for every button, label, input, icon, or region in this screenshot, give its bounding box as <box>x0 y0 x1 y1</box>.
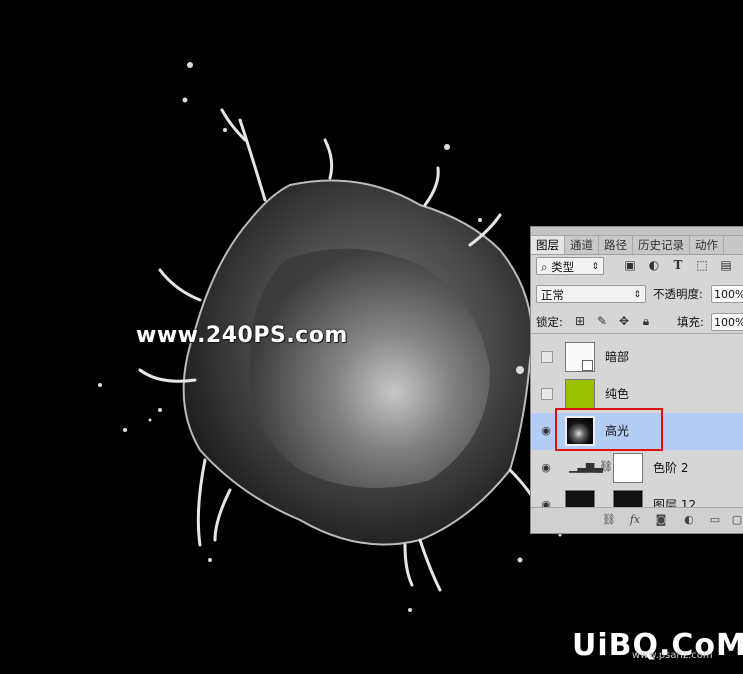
adjustment-filter-icon[interactable]: ◐ <box>647 258 661 272</box>
logo-subtext: www.psahz.com <box>632 650 713 661</box>
selection-highlight-box <box>555 408 663 451</box>
link-icon[interactable]: ⛓︎ <box>599 460 613 473</box>
eye-icon[interactable]: ◉ <box>539 462 553 474</box>
tab-paths[interactable]: 路径 <box>599 236 633 254</box>
shape-filter-icon[interactable]: ⬚ <box>695 258 709 272</box>
visibility-toggle[interactable] <box>541 351 553 363</box>
filter-type-select[interactable]: ⌕ 类型 ⇕ <box>536 257 604 275</box>
layer-row[interactable]: ◉ ▁▃▆▃ ⛓︎ 色阶 2 <box>531 450 743 488</box>
blend-mode-value: 正常 <box>541 288 564 302</box>
tab-actions[interactable]: 动作 <box>690 236 724 254</box>
layer-name: 暗部 <box>605 350 630 364</box>
layer-thumbnail <box>565 379 595 409</box>
adjustment-layer-icon[interactable]: ◐ <box>681 513 697 527</box>
lock-label: 锁定: <box>536 315 563 329</box>
lock-paint-icon[interactable]: ✎ <box>595 314 609 328</box>
smart-object-filter-icon[interactable]: ▤ <box>719 258 733 272</box>
levels-adjustment-icon: ▁▃▆▃ <box>569 460 603 473</box>
visibility-toggle[interactable] <box>541 388 553 400</box>
smart-object-badge-icon <box>582 360 593 371</box>
watermark-text: www.240PS.com <box>136 323 348 348</box>
link-layers-icon[interactable]: ⛓︎ <box>601 513 617 527</box>
lock-move-icon[interactable]: ✥ <box>617 314 631 328</box>
add-mask-icon[interactable]: ◙ <box>653 513 669 527</box>
fx-icon[interactable]: fx <box>627 513 643 527</box>
fill-field[interactable]: 100% <box>711 313 743 331</box>
layer-mask-thumbnail <box>613 453 643 483</box>
new-group-icon[interactable]: ▭ <box>707 513 723 527</box>
opacity-field[interactable]: 100% <box>711 285 743 303</box>
layer-thumbnail <box>565 342 595 372</box>
panel-title-bar[interactable] <box>531 227 743 236</box>
filter-type-label: 类型 <box>551 260 575 274</box>
type-filter-icon[interactable]: T <box>671 258 685 272</box>
layer-name: 纯色 <box>605 387 630 401</box>
new-layer-icon[interactable]: ▢ <box>729 513 743 527</box>
lock-all-icon[interactable]: 🔒︎ <box>639 314 653 328</box>
tab-history[interactable]: 历史记录 <box>633 236 690 254</box>
layer-row[interactable]: 暗部 <box>531 339 743 377</box>
filter-row: ⌕ 类型 ⇕ ▣ ◐ T ⬚ ▤ <box>531 255 743 277</box>
search-icon: ⌕ <box>541 260 552 274</box>
opacity-label: 不透明度: <box>653 287 703 301</box>
fill-label: 填充: <box>677 315 704 329</box>
layers-panel: 图层 通道 路径 历史记录 动作 ⌕ 类型 ⇕ ▣ ◐ T ⬚ ▤ 正常 ⇕ 不… <box>530 226 743 534</box>
chevron-updown-icon: ⇕ <box>633 290 641 300</box>
eye-icon[interactable]: ◉ <box>539 425 553 437</box>
panel-tabs: 图层 通道 路径 历史记录 动作 <box>531 236 743 255</box>
lock-row: 锁定: ⊞ ✎ ✥ 🔒︎ 填充: 100% <box>531 311 743 334</box>
blend-row: 正常 ⇕ 不透明度: 100% <box>531 283 743 305</box>
blend-mode-select[interactable]: 正常 ⇕ <box>536 285 646 303</box>
tab-channels[interactable]: 通道 <box>565 236 599 254</box>
panel-bottom-bar: ⛓︎ fx ◙ ◐ ▭ ▢ <box>531 507 743 533</box>
layer-name: 色阶 2 <box>653 461 689 475</box>
site-logo: UiBQ.CoM www.psahz.com <box>572 628 743 663</box>
chevron-updown-icon: ⇕ <box>591 262 599 272</box>
tab-layers[interactable]: 图层 <box>531 236 565 254</box>
lock-transparent-icon[interactable]: ⊞ <box>573 314 587 328</box>
image-filter-icon[interactable]: ▣ <box>623 258 637 272</box>
